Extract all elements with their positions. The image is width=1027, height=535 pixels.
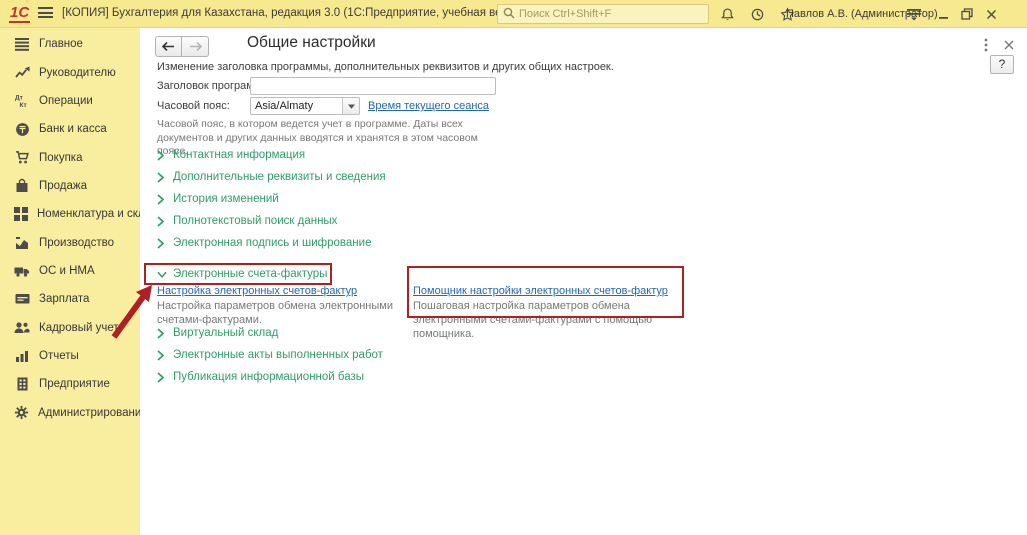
section-publikaciya-bazy[interactable]: Публикация информационной базы [157,371,364,383]
esf-assistant-description: Пошаговая настройка параметров обмена эл… [413,300,683,341]
building-icon [14,376,30,392]
cart-icon [14,150,30,166]
session-time-link[interactable]: Время текущего сеанса [368,100,489,112]
trend-chart-icon [14,65,30,81]
history-nav [155,36,209,57]
bar-chart-icon [14,348,30,364]
main-menu-icon[interactable] [38,7,53,20]
section-polnotekstovyj-poisk[interactable]: Полнотекстовый поиск данных [157,215,337,227]
gear-icon [14,405,29,421]
1c-logo-icon: 1С [9,4,30,23]
app-title: [КОПИЯ] Бухгалтерия для Казахстана, реда… [62,7,530,19]
section-elektronnaya-podpis[interactable]: Электронная подпись и шифрование [157,237,371,249]
bag-icon [14,178,30,194]
sidebar-item-otchety[interactable]: Отчеты [0,342,140,370]
sidebar-item-nomenklatura-i-sklad[interactable]: Номенклатура и склад [0,200,140,228]
back-button[interactable] [155,36,182,57]
sidebar-item-zarplata[interactable]: Зарплата [0,285,140,313]
global-search[interactable] [497,4,709,24]
minimize-icon[interactable] [933,4,953,24]
sidebar-item-predpriyatie[interactable]: Предприятие [0,370,140,398]
chevron-right-icon [157,328,167,338]
section-istoriya-izmenenij[interactable]: История изменений [157,193,279,205]
timezone-select[interactable]: Asia/Almaty [250,97,360,115]
search-icon [503,7,515,22]
sidebar-item-prodazha[interactable]: Продажа [0,172,140,200]
timezone-label: Часовой пояс: [157,100,230,112]
esf-settings-link[interactable]: Настройка электронных счетов-фактур [157,285,357,297]
chevron-right-icon [157,372,167,382]
truck-icon [14,263,30,279]
sidebar-item-glavnoe[interactable]: Главное [0,30,140,58]
svg-text:Дт: Дт [15,95,23,102]
sidebar-item-proizvodstvo[interactable]: Производство [0,228,140,256]
help-button[interactable]: ? [990,55,1014,74]
notifications-bell-icon[interactable] [718,5,736,23]
chevron-right-icon [157,150,167,160]
chevron-down-icon[interactable] [342,98,359,114]
panel-close-icon[interactable] [1001,36,1017,54]
section-dopolnitelnye-rekvizity[interactable]: Дополнительные реквизиты и сведения [157,171,386,183]
close-icon[interactable] [981,4,1001,24]
chevron-right-icon [157,350,167,360]
sidebar-item-administrirovanie[interactable]: Администрирование [0,398,140,426]
page-title: Общие настройки [247,34,376,52]
esf-assistant-link[interactable]: Помощник настройки электронных счетов-фа… [413,285,668,297]
chevron-down-icon [157,269,167,279]
sidebar-nav: Главное Руководителю ДтКт Операции Банк … [0,28,140,535]
production-icon [14,235,30,251]
chevron-right-icon [157,238,167,248]
chevron-right-icon [157,172,167,182]
program-title-input[interactable] [250,77,496,95]
titlebar: 1С [КОПИЯ] Бухгалтерия для Казахстана, р… [0,0,1027,28]
page-subtitle: Изменение заголовка программы, дополните… [157,61,614,73]
timezone-value: Asia/Almaty [251,98,342,114]
more-menu-icon[interactable] [978,36,994,54]
sidebar-item-bank-i-kassa[interactable]: Банк и касса [0,115,140,143]
chevron-right-icon [157,194,167,204]
people-icon [14,320,30,336]
chevron-right-icon [157,216,167,226]
menu-icon [14,36,30,52]
debit-credit-icon: ДтКт [14,93,30,109]
section-virtualnyj-sklad[interactable]: Виртуальный склад [157,327,278,339]
service-menu-icon[interactable] [905,5,923,23]
section-elektronnye-akty[interactable]: Электронные акты выполненных работ [157,349,383,361]
card-icon [14,291,30,307]
sidebar-item-os-i-nma[interactable]: ОС и НМА [0,257,140,285]
svg-text:Кт: Кт [19,102,26,108]
sidebar-item-rukovoditelyu[interactable]: Руководителю [0,58,140,86]
sidebar-item-operacii[interactable]: ДтКт Операции [0,87,140,115]
grid-icon [14,206,28,222]
section-kontaktnaya-informaciya[interactable]: Контактная информация [157,149,305,161]
coin-icon [14,121,30,137]
esf-settings-description: Настройка параметров обмена электронными… [157,300,427,328]
forward-button[interactable] [182,36,209,57]
sidebar-item-kadrovyj-uchet[interactable]: Кадровый учет [0,313,140,341]
general-settings-panel: Общие настройки Изменение заголовка прог… [140,28,1027,535]
sidebar-item-pokupka[interactable]: Покупка [0,143,140,171]
section-elektronnye-scheta-faktury[interactable]: Электронные счета-фактуры [157,268,327,280]
restore-icon[interactable] [957,4,977,24]
history-icon[interactable] [748,5,766,23]
search-input[interactable] [519,8,699,20]
